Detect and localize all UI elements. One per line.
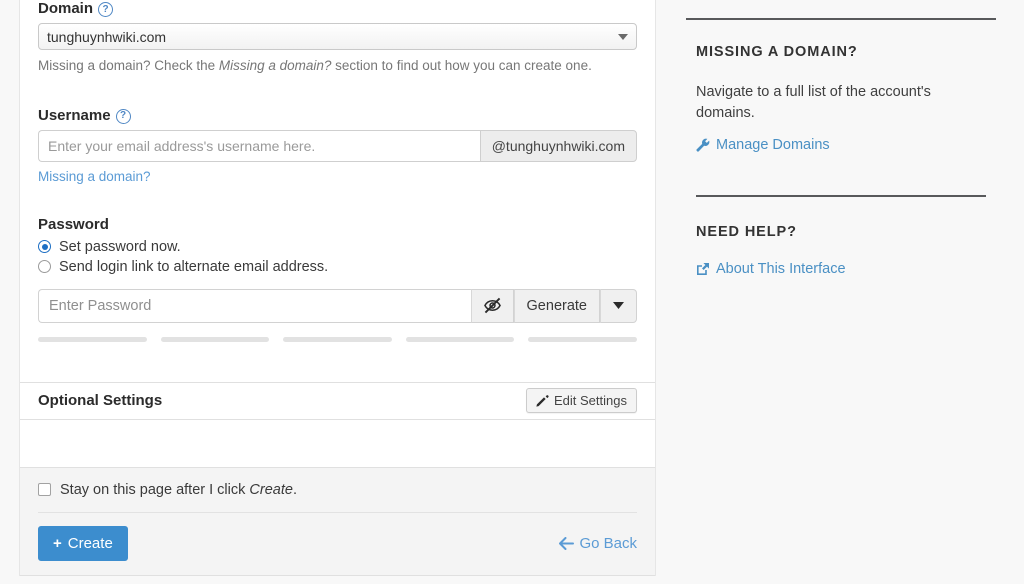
radio-set-password-now[interactable]: Set password now. xyxy=(38,239,637,255)
manage-domains-label: Manage Domains xyxy=(716,137,830,154)
password-input-row: Generate xyxy=(38,288,637,323)
create-button-label: Create xyxy=(67,534,113,552)
need-help-heading: NEED HELP? xyxy=(696,224,797,241)
sidebar-section-need-help: NEED HELP? About This Interface xyxy=(696,224,986,279)
strength-segment xyxy=(160,336,270,342)
optional-settings-body xyxy=(20,419,655,468)
domain-help-text: Missing a domain? Check the Missing a do… xyxy=(38,57,637,75)
question-circle-icon[interactable]: ? xyxy=(98,2,114,17)
stay-on-page-checkbox[interactable] xyxy=(38,483,51,497)
optional-settings-bar: Optional Settings Edit Settings xyxy=(20,381,655,420)
radio-label-set-password-now: Set password now. xyxy=(59,238,181,255)
radio-icon-set-password-now[interactable] xyxy=(38,240,51,254)
domain-select[interactable]: tunghuynhwiki.com xyxy=(38,23,637,50)
sidebar-top-divider xyxy=(686,18,996,20)
domain-label: Domain ? xyxy=(38,0,637,17)
sidebar-divider xyxy=(696,195,986,198)
domain-help-before: Missing a domain? Check the xyxy=(38,58,219,73)
password-label: Password xyxy=(38,216,637,233)
domain-field-group: Domain ? tunghuynhwiki.com Missing a dom… xyxy=(38,0,637,75)
external-link-icon xyxy=(696,262,710,276)
optional-settings-title: Optional Settings xyxy=(38,392,163,410)
stay-on-page-row[interactable]: Stay on this page after I click Create. xyxy=(38,482,637,512)
password-input[interactable] xyxy=(38,288,471,323)
password-label-text: Password xyxy=(38,215,109,233)
stay-on-page-label: Stay on this page after I click Create. xyxy=(60,482,297,498)
username-label: Username ? xyxy=(38,107,637,124)
missing-a-domain-text: Navigate to a full list of the account's… xyxy=(696,84,931,122)
caret-down-icon xyxy=(613,302,624,310)
arrow-left-icon xyxy=(559,536,575,550)
generate-password-button[interactable]: Generate xyxy=(513,288,600,323)
generate-password-label: Generate xyxy=(526,297,587,314)
question-circle-icon[interactable]: ? xyxy=(115,108,131,124)
eye-slash-icon xyxy=(483,297,502,314)
username-link-row: Missing a domain? xyxy=(38,168,637,184)
domain-select-wrap: tunghuynhwiki.com xyxy=(38,23,637,50)
manage-domains-link[interactable]: Manage Domains xyxy=(696,137,830,153)
form-body: Domain ? tunghuynhwiki.com Missing a dom… xyxy=(20,0,655,382)
username-input[interactable] xyxy=(38,129,480,162)
form-footer: Stay on this page after I click Create. … xyxy=(20,467,655,576)
create-button[interactable]: + Create xyxy=(38,525,128,561)
footer-action-row: + Create Go Back xyxy=(38,513,637,575)
strength-segment xyxy=(405,336,515,342)
domain-label-text: Domain xyxy=(38,0,94,17)
go-back-label: Go Back xyxy=(579,534,637,552)
edit-settings-button[interactable]: Edit Settings xyxy=(526,388,637,414)
username-field-group: Username ? @tunghuynhwiki.com Missing a … xyxy=(38,107,637,184)
page-root: Domain ? tunghuynhwiki.com Missing a dom… xyxy=(0,0,1024,584)
toggle-password-visibility-button[interactable] xyxy=(470,288,514,323)
username-domain-addon: @tunghuynhwiki.com xyxy=(479,129,637,162)
stay-text-italic: Create xyxy=(249,481,293,498)
strength-segment xyxy=(38,336,147,342)
missing-a-domain-heading: MISSING A DOMAIN? xyxy=(696,44,858,60)
sidebar-section-missing-a-domain: MISSING A DOMAIN? Navigate to a full lis… xyxy=(696,44,986,155)
username-input-group: @tunghuynhwiki.com xyxy=(38,129,637,162)
domain-help-after: section to find out how you can create o… xyxy=(331,58,592,73)
about-this-interface-label: About This Interface xyxy=(716,261,846,278)
plus-icon: + xyxy=(53,534,62,552)
go-back-link[interactable]: Go Back xyxy=(559,535,637,552)
pencil-icon xyxy=(536,394,549,407)
create-email-account-form: Domain ? tunghuynhwiki.com Missing a dom… xyxy=(19,0,656,576)
password-options-dropdown-button[interactable] xyxy=(600,288,637,323)
radio-send-login-link[interactable]: Send login link to alternate email addre… xyxy=(38,259,637,275)
about-this-interface-link[interactable]: About This Interface xyxy=(696,261,846,277)
domain-help-italic: Missing a domain? xyxy=(218,58,332,73)
missing-a-domain-link[interactable]: Missing a domain? xyxy=(38,169,151,184)
stay-text-before: Stay on this page after I click xyxy=(60,481,250,498)
radio-label-send-login-link: Send login link to alternate email addre… xyxy=(59,258,329,275)
password-strength-meter xyxy=(38,336,637,342)
username-label-text: Username xyxy=(38,106,111,124)
strength-segment xyxy=(283,336,392,342)
password-field-group: Password Set password now. Send login li… xyxy=(38,216,637,342)
strength-segment xyxy=(528,336,637,342)
right-sidebar: MISSING A DOMAIN? Navigate to a full lis… xyxy=(686,0,996,279)
stay-text-after: . xyxy=(292,481,297,498)
radio-icon-send-login-link[interactable] xyxy=(38,260,51,274)
wrench-icon xyxy=(696,138,710,152)
edit-settings-label: Edit Settings xyxy=(554,393,627,409)
